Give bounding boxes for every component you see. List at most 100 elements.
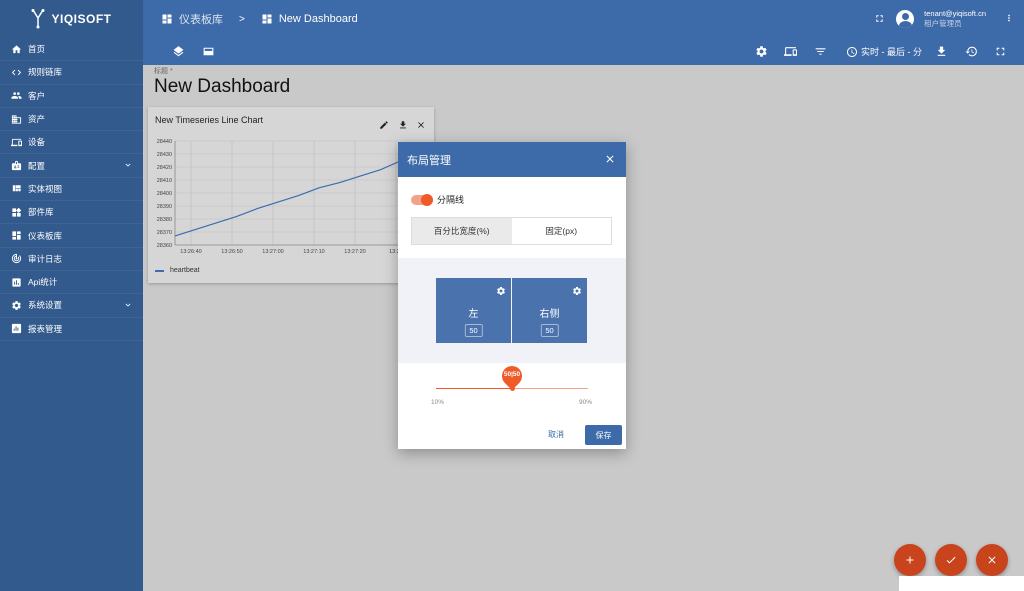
top-bar: 仪表板库 > New Dashboard tenant@yiqisoft.cn … — [143, 0, 1024, 38]
x-tick-label: 13:26:50 — [221, 249, 242, 255]
y-tick-label: 28420 — [157, 165, 172, 171]
sidebar-item-6[interactable]: 实体视图 — [0, 178, 143, 202]
chevron-down-icon[interactable] — [123, 300, 133, 310]
layers-icon[interactable] — [172, 45, 186, 59]
sidebar-item-4[interactable]: 设备 — [0, 131, 143, 155]
close-icon[interactable] — [604, 153, 616, 165]
sidebar-item-label: 报表管理 — [28, 323, 63, 334]
badge-icon — [10, 160, 22, 172]
brand-logo-icon — [31, 9, 45, 29]
user-info[interactable]: tenant@yiqisoft.cn 租户管理员 — [924, 9, 986, 29]
title-field-label: 标题 * — [154, 68, 173, 75]
edit-icon[interactable] — [379, 117, 390, 129]
right-panel-value: 50 — [540, 324, 559, 337]
divider-label: 分隔线 — [437, 195, 465, 205]
gear-icon[interactable] — [496, 283, 506, 295]
y-tick-label: 28410 — [157, 178, 172, 184]
download-icon[interactable] — [398, 117, 409, 129]
sidebar-item-label: 规则链库 — [28, 67, 63, 78]
sidebar-item-label: 审计日志 — [28, 253, 63, 264]
legend-label[interactable]: heartbeat — [170, 267, 200, 274]
sidebar: YIQISOFT 首页规则链库客户资产 设备 配置实体视图部件库 仪表板库审计日志 Ap… — [0, 0, 143, 591]
chart-legend: heartbeat — [155, 267, 200, 274]
settings-icon — [10, 299, 22, 311]
chevron-down-icon[interactable] — [123, 160, 133, 170]
check-icon — [946, 556, 956, 564]
series-line-heartbeat — [174, 150, 423, 237]
sidebar-item-label: 客户 — [28, 90, 46, 101]
avatar[interactable] — [896, 10, 915, 28]
mode-percent-button[interactable]: 百分比宽度(%) — [412, 218, 512, 244]
dialog-header: 布局管理 — [398, 142, 626, 177]
user-email: tenant@yiqisoft.cn — [924, 9, 986, 18]
dashboard-icon — [10, 230, 22, 242]
timewindow-label: 实时 - 最后 - 分 — [861, 47, 922, 57]
more-vert-icon[interactable] — [1004, 12, 1014, 26]
people-icon — [10, 90, 22, 102]
history-icon[interactable] — [965, 45, 979, 59]
fullscreen-icon[interactable] — [874, 13, 886, 25]
page-corner — [899, 576, 1024, 591]
fullscreen-icon[interactable] — [994, 45, 1008, 59]
track-changes-icon — [10, 253, 22, 265]
sidebar-item-9[interactable]: 审计日志 — [0, 248, 143, 271]
left-panel-label: 左 — [468, 309, 479, 320]
y-tick-label: 28360 — [157, 243, 172, 249]
cancel-button[interactable]: 取消 — [548, 429, 564, 440]
sidebar-item-label: 实体视图 — [28, 183, 63, 194]
slider-min-label: 10% — [431, 399, 445, 406]
breadcrumb-parent[interactable]: 仪表板库 — [179, 11, 223, 27]
settings-icon[interactable] — [755, 45, 769, 59]
left-panel-value: 50 — [464, 324, 483, 337]
line-chart: 28360 28370 28380 28390 28400 28410 28420 28430… — [157, 139, 434, 255]
close-icon[interactable] — [416, 117, 427, 128]
y-tick-label: 28380 — [157, 217, 172, 223]
breadcrumb: 仪表板库 > New Dashboard — [161, 11, 358, 27]
widget-title: New Timeseries Line Chart — [155, 115, 264, 125]
sidebar-item-10[interactable]: Api统计 — [0, 271, 143, 295]
report-icon — [10, 323, 22, 335]
download-icon[interactable] — [935, 45, 949, 59]
save-button[interactable]: 保存 — [585, 425, 622, 445]
sidebar-item-0[interactable]: 首页 — [0, 38, 143, 62]
right-panel[interactable]: 右侧 50 — [512, 278, 587, 343]
timewindow-selector[interactable]: 实时 - 最后 - 分 — [846, 45, 922, 58]
sidebar-item-2[interactable]: 客户 — [0, 85, 143, 108]
sidebar-item-12[interactable]: 报表管理 — [0, 318, 143, 341]
filter-icon[interactable] — [814, 45, 828, 59]
slider-max-label: 90% — [579, 399, 593, 406]
discard-button[interactable] — [976, 544, 1008, 576]
home-icon — [10, 43, 22, 55]
add-button[interactable] — [894, 544, 926, 576]
y-tick-label: 28440 — [157, 139, 172, 145]
legend-swatch — [155, 269, 164, 272]
apply-button[interactable] — [935, 544, 967, 576]
y-tick-label: 28390 — [157, 204, 172, 210]
sidebar-item-3[interactable]: 资产 — [0, 108, 143, 132]
sidebar-item-8[interactable]: 仪表板库 — [0, 224, 143, 248]
close-icon — [988, 556, 996, 564]
slider-value-label: 50|50 — [503, 371, 521, 378]
x-tick-label: 13:26:40 — [180, 249, 201, 255]
mode-fixed-button[interactable]: 固定(px) — [511, 218, 611, 244]
devices-icon[interactable] — [784, 45, 798, 59]
y-tick-label: 28430 — [157, 152, 172, 158]
page-title[interactable]: New Dashboard — [154, 76, 290, 98]
divider-toggle[interactable] — [411, 193, 433, 206]
brand-logo[interactable]: YIQISOFT — [0, 0, 143, 38]
gear-icon[interactable] — [572, 283, 582, 295]
add-icon — [906, 556, 914, 564]
sidebar-item-1[interactable]: 规则链库 — [0, 61, 143, 85]
layout-icon[interactable] — [202, 45, 216, 59]
view-quilt-icon — [10, 183, 22, 195]
sidebar-item-5[interactable]: 配置 — [0, 154, 143, 178]
user-role: 租户管理员 — [924, 19, 962, 28]
dashboard-icon — [261, 13, 273, 25]
widgets-icon — [10, 206, 22, 218]
sidebar-item-11[interactable]: 系统设置 — [0, 294, 143, 318]
timeseries-widget[interactable]: New Timeseries Line Chart 28360 28370 2838… — [148, 107, 434, 283]
x-tick-label: 13:27:10 — [303, 249, 324, 255]
sidebar-item-7[interactable]: 部件库 — [0, 201, 143, 225]
left-panel[interactable]: 左 50 — [436, 278, 511, 343]
y-tick-label: 28370 — [157, 230, 172, 236]
